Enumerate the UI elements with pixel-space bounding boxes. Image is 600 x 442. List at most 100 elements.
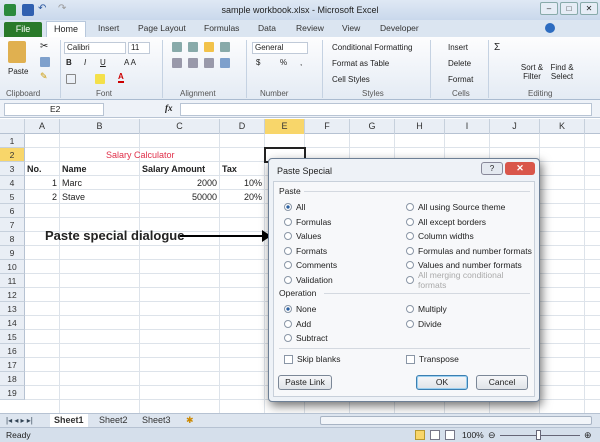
row-header-4[interactable]: 4 <box>0 176 25 190</box>
cancel-button[interactable]: Cancel <box>476 375 528 390</box>
option-comments[interactable]: Comments <box>284 258 337 273</box>
font-name-select[interactable]: Calibri <box>64 42 126 54</box>
align-center-icon[interactable] <box>188 58 198 68</box>
row-header-10[interactable]: 10 <box>0 260 25 274</box>
option-subtract[interactable]: Subtract <box>284 331 328 346</box>
option-formats[interactable]: Formats <box>284 244 337 259</box>
page-break-view-icon[interactable] <box>445 430 455 440</box>
row-header-6[interactable]: 6 <box>0 204 25 218</box>
autosum-button[interactable]: Σ <box>494 42 500 53</box>
fill-color-icon[interactable] <box>95 74 105 84</box>
conditional-formatting-button[interactable]: Conditional Formatting <box>332 43 412 52</box>
column-header-g[interactable]: G <box>350 119 395 134</box>
row-header-9[interactable]: 9 <box>0 246 25 260</box>
option-column-widths[interactable]: Column widths <box>406 229 534 244</box>
row-header-3[interactable]: 3 <box>0 162 25 176</box>
ok-button[interactable]: OK <box>416 375 468 390</box>
row-header-16[interactable]: 16 <box>0 344 25 358</box>
cell-d5[interactable]: 20% <box>220 190 262 204</box>
column-header-c[interactable]: C <box>140 119 220 134</box>
merge-center-icon[interactable] <box>220 58 230 68</box>
align-middle-icon[interactable] <box>188 42 198 52</box>
cell-b4[interactable]: Marc <box>62 176 82 190</box>
dialog-close-button[interactable]: ✕ <box>505 162 535 175</box>
row-header-19[interactable]: 19 <box>0 386 25 400</box>
format-as-table-button[interactable]: Format as Table <box>332 59 389 68</box>
column-header-f[interactable]: F <box>305 119 350 134</box>
column-header-b[interactable]: B <box>60 119 140 134</box>
row-header-7[interactable]: 7 <box>0 218 25 232</box>
row-header-15[interactable]: 15 <box>0 330 25 344</box>
insert-sheet-icon[interactable]: ✱ <box>182 414 198 427</box>
sheet-nav-buttons[interactable]: |◂ ◂ ▸ ▸| <box>6 414 33 427</box>
dialog-help-button[interactable]: ? <box>481 162 503 175</box>
row-header-12[interactable]: 12 <box>0 288 25 302</box>
currency-button[interactable]: $ <box>256 58 260 67</box>
insert-function-icon[interactable]: fx <box>165 103 173 113</box>
cell-c3[interactable]: Salary Amount <box>142 162 205 176</box>
sort-filter-button[interactable]: Sort & Filter <box>518 63 546 81</box>
row-header-2[interactable]: 2 <box>0 148 25 162</box>
percent-button[interactable]: % <box>280 58 287 67</box>
zoom-out-button[interactable]: ⊖ <box>488 430 496 441</box>
find-select-button[interactable]: Find & Select <box>548 63 576 81</box>
font-size-select[interactable]: 11 <box>128 42 150 54</box>
cut-icon[interactable]: ✂ <box>40 41 48 52</box>
cell-d3[interactable]: Tax <box>222 162 237 176</box>
underline-button[interactable]: U <box>100 58 106 67</box>
format-cells-button[interactable]: Format <box>448 75 473 84</box>
transpose-checkbox[interactable]: Transpose <box>406 354 459 364</box>
option-values[interactable]: Values <box>284 229 337 244</box>
row-header-17[interactable]: 17 <box>0 358 25 372</box>
row-header-8[interactable]: 8 <box>0 232 25 246</box>
column-header-a[interactable]: A <box>25 119 60 134</box>
paste-icon[interactable] <box>8 41 26 63</box>
cell-c5[interactable]: 50000 <box>140 190 217 204</box>
cell-a5[interactable]: 2 <box>25 190 57 204</box>
comma-button[interactable]: , <box>300 58 302 67</box>
option-all[interactable]: All <box>284 200 337 215</box>
option-multiply[interactable]: Multiply <box>406 302 447 317</box>
column-header-e[interactable]: E <box>265 119 305 134</box>
option-all-using-source-theme[interactable]: All using Source theme <box>406 200 534 215</box>
tab-home[interactable]: Home <box>46 21 86 37</box>
name-box[interactable]: E2 <box>4 103 104 116</box>
borders-icon[interactable] <box>66 74 76 84</box>
sheet-tab-3[interactable]: Sheet3 <box>138 414 175 427</box>
maximize-button[interactable]: □ <box>560 2 578 15</box>
tab-data[interactable]: Data <box>258 23 276 33</box>
option-none[interactable]: None <box>284 302 328 317</box>
row-header-14[interactable]: 14 <box>0 316 25 330</box>
row-header-1[interactable]: 1 <box>0 134 25 148</box>
sheet-tab-1[interactable]: Sheet1 <box>50 414 88 427</box>
column-header-h[interactable]: H <box>395 119 445 134</box>
help-icon[interactable] <box>545 23 555 33</box>
option-divide[interactable]: Divide <box>406 317 447 332</box>
option-add[interactable]: Add <box>284 317 328 332</box>
horizontal-scrollbar[interactable] <box>320 416 592 425</box>
copy-icon[interactable] <box>40 57 50 67</box>
wrap-text-icon[interactable] <box>220 42 230 52</box>
format-painter-icon[interactable]: ✎ <box>40 71 48 82</box>
zoom-in-button[interactable]: ⊕ <box>584 430 592 441</box>
cell-b5[interactable]: Stave <box>62 190 85 204</box>
tab-formulas[interactable]: Formulas <box>204 23 239 33</box>
delete-cells-button[interactable]: Delete <box>448 59 471 68</box>
tab-insert[interactable]: Insert <box>98 23 119 33</box>
zoom-slider-thumb[interactable] <box>536 430 541 440</box>
zoom-level[interactable]: 100% <box>462 430 484 440</box>
option-formulas-and-number-formats[interactable]: Formulas and number formats <box>406 244 534 259</box>
italic-button[interactable]: I <box>84 58 86 67</box>
cell-a4[interactable]: 1 <box>25 176 57 190</box>
cell-d4[interactable]: 10% <box>220 176 262 190</box>
row-header-18[interactable]: 18 <box>0 372 25 386</box>
align-bottom-icon[interactable] <box>204 42 214 52</box>
normal-view-icon[interactable] <box>415 430 425 440</box>
bold-button[interactable]: B <box>66 58 72 67</box>
option-validation[interactable]: Validation <box>284 273 337 288</box>
paste-link-button[interactable]: Paste Link <box>278 375 332 390</box>
insert-cells-button[interactable]: Insert <box>448 43 468 52</box>
column-header-k[interactable]: K <box>540 119 585 134</box>
grow-font-button[interactable]: A A <box>124 58 136 67</box>
tab-review[interactable]: Review <box>296 23 324 33</box>
